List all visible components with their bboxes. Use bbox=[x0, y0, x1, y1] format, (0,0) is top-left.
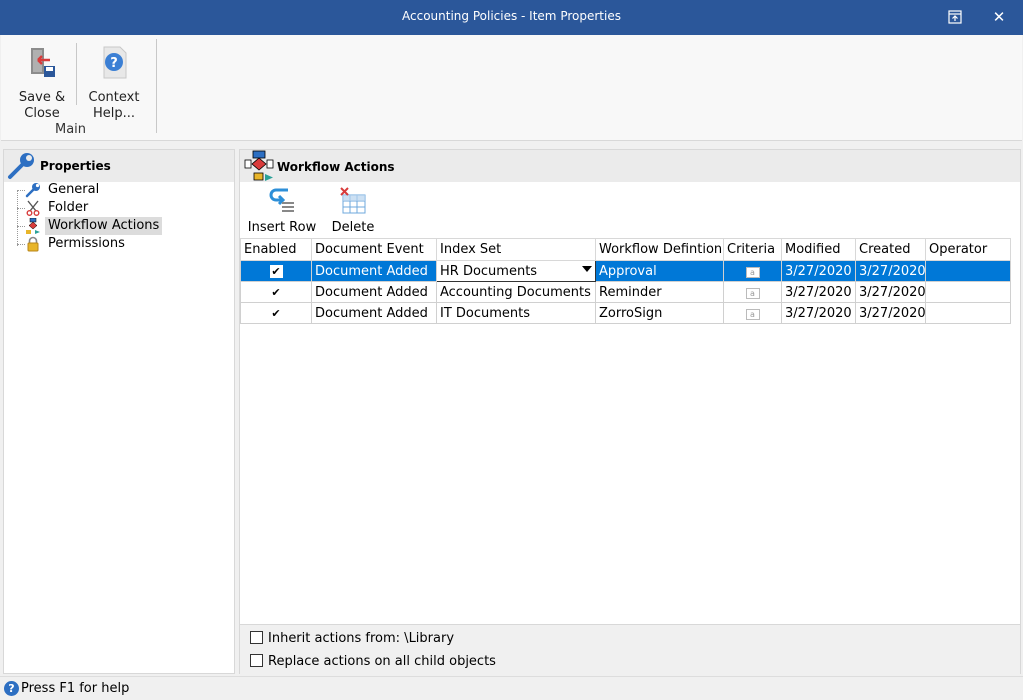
column-header-operator[interactable]: Operator bbox=[925, 238, 1011, 261]
save-close-icon bbox=[31, 48, 55, 77]
insert-row-label: Insert Row bbox=[247, 220, 317, 235]
index-set-cell[interactable]: Accounting Documents bbox=[436, 281, 596, 303]
replace-actions-checkbox[interactable]: Replace actions on all child objects bbox=[250, 654, 496, 669]
tree-connector bbox=[17, 190, 18, 246]
document-event-cell[interactable]: Document Added bbox=[311, 302, 437, 324]
properties-panel: Properties General Folder Workflow Actio… bbox=[3, 149, 235, 674]
context-help-button[interactable]: ? Context Help... bbox=[83, 42, 145, 122]
column-header-document-event[interactable]: Document Event bbox=[311, 238, 437, 261]
lock-icon bbox=[27, 236, 39, 252]
table-row[interactable]: ✔ Document Added Accounting Documents Re… bbox=[240, 281, 1011, 303]
modified-cell: 3/27/2020 bbox=[781, 260, 856, 282]
checkbox-box[interactable] bbox=[250, 654, 263, 667]
delete-row-icon bbox=[340, 187, 366, 214]
column-header-modified[interactable]: Modified bbox=[781, 238, 856, 261]
workflow-actions-title: Workflow Actions bbox=[277, 160, 395, 174]
save-close-button[interactable]: Save & Close bbox=[14, 42, 70, 122]
help-icon: ? bbox=[4, 681, 19, 696]
enabled-cell[interactable]: ✔ bbox=[240, 302, 312, 324]
enabled-cell[interactable]: ✔ bbox=[240, 281, 312, 303]
insert-row-button[interactable]: Insert Row bbox=[246, 186, 318, 235]
created-cell: 3/27/2020 bbox=[855, 281, 926, 303]
grid-header-row: Enabled Document Event Index Set Workflo… bbox=[240, 238, 1011, 261]
modified-cell: 3/27/2020 bbox=[781, 281, 856, 303]
delete-label: Delete bbox=[331, 220, 375, 235]
inherit-actions-checkbox[interactable]: Inherit actions from: \Library bbox=[250, 631, 454, 646]
replace-actions-label: Replace actions on all child objects bbox=[268, 654, 496, 669]
workflow-definition-cell[interactable]: Approval bbox=[595, 260, 724, 282]
chevron-down-icon[interactable] bbox=[582, 266, 592, 272]
title-bar: Accounting Policies - Item Properties ✕ bbox=[0, 0, 1023, 35]
workflow-icon bbox=[26, 218, 40, 234]
tree-item-label: Workflow Actions bbox=[45, 217, 163, 235]
save-close-label-1: Save & bbox=[18, 90, 66, 105]
tree-item-label: Permissions bbox=[48, 236, 125, 251]
ribbon-group-label: Main bbox=[55, 122, 87, 137]
criteria-cell[interactable]: a bbox=[723, 302, 782, 324]
delete-button[interactable]: Delete bbox=[330, 186, 376, 235]
window-title: Accounting Policies - Item Properties bbox=[402, 9, 621, 23]
status-bar: ? Press F1 for help bbox=[0, 676, 1023, 700]
scissors-icon bbox=[26, 200, 40, 216]
workflow-definition-cell[interactable]: ZorroSign bbox=[595, 302, 724, 324]
column-header-workflow-definition[interactable]: Workflow Defintion bbox=[595, 238, 724, 261]
enabled-cell[interactable]: ✔ bbox=[240, 260, 312, 282]
status-text: Press F1 for help bbox=[21, 681, 130, 696]
properties-title: Properties bbox=[40, 159, 111, 173]
svg-text:?: ? bbox=[110, 56, 118, 71]
workflow-actions-grid: Enabled Document Event Index Set Workflo… bbox=[240, 238, 1011, 324]
workflow-actions-header: Workflow Actions bbox=[240, 150, 1020, 182]
criteria-icon[interactable]: a bbox=[745, 287, 760, 299]
enabled-checkbox[interactable]: ✔ bbox=[269, 264, 283, 278]
ribbon-separator bbox=[76, 43, 77, 105]
tree-item-label: General bbox=[48, 182, 100, 197]
workflow-icon bbox=[244, 150, 274, 181]
operator-cell[interactable] bbox=[925, 260, 1011, 282]
criteria-cell[interactable]: a bbox=[723, 281, 782, 303]
table-row[interactable]: ✔ Document Added HR Documents Approval a… bbox=[240, 260, 1011, 282]
save-close-label-2: Close bbox=[24, 106, 60, 121]
column-header-index-set[interactable]: Index Set bbox=[436, 238, 596, 261]
column-header-criteria[interactable]: Criteria bbox=[723, 238, 782, 261]
context-help-label-1: Context bbox=[88, 90, 140, 105]
document-event-cell[interactable]: Document Added bbox=[311, 260, 437, 282]
index-set-cell[interactable]: IT Documents bbox=[436, 302, 596, 324]
enabled-checkbox[interactable]: ✔ bbox=[269, 306, 283, 320]
checkbox-box[interactable] bbox=[250, 631, 263, 644]
wrench-icon bbox=[25, 183, 40, 198]
column-header-created[interactable]: Created bbox=[855, 238, 926, 261]
ribbon: Save & Close ? Context Help... Main bbox=[1, 35, 1022, 141]
criteria-cell[interactable]: a bbox=[723, 260, 782, 282]
ribbon-group-separator bbox=[156, 39, 157, 133]
created-cell: 3/27/2020 bbox=[855, 260, 926, 282]
workflow-actions-panel: Workflow Actions Insert Row Delete Enabl… bbox=[239, 149, 1021, 674]
close-icon[interactable]: ✕ bbox=[987, 6, 1011, 28]
operator-cell[interactable] bbox=[925, 302, 1011, 324]
modified-cell: 3/27/2020 bbox=[781, 302, 856, 324]
tree-item-label: Folder bbox=[48, 200, 89, 215]
wrench-icon bbox=[8, 153, 34, 179]
help-icon: ? bbox=[103, 46, 127, 79]
restore-window-icon[interactable] bbox=[943, 6, 967, 28]
workflow-definition-cell[interactable]: Reminder bbox=[595, 281, 724, 303]
inherit-actions-label: Inherit actions from: \Library bbox=[268, 631, 455, 646]
index-set-dropdown[interactable]: HR Documents bbox=[436, 260, 596, 282]
table-row[interactable]: ✔ Document Added IT Documents ZorroSign … bbox=[240, 302, 1011, 324]
index-set-value: HR Documents bbox=[440, 263, 538, 279]
document-event-cell[interactable]: Document Added bbox=[311, 281, 437, 303]
operator-cell[interactable] bbox=[925, 281, 1011, 303]
context-help-label-2: Help... bbox=[92, 106, 136, 121]
enabled-checkbox[interactable]: ✔ bbox=[269, 285, 283, 299]
created-cell: 3/27/2020 bbox=[855, 302, 926, 324]
column-header-enabled[interactable]: Enabled bbox=[240, 238, 312, 261]
inheritance-options: Inherit actions from: \Library Replace a… bbox=[240, 624, 1020, 674]
criteria-icon[interactable]: a bbox=[745, 308, 760, 320]
insert-row-icon bbox=[269, 188, 294, 212]
criteria-icon[interactable]: a bbox=[745, 266, 760, 278]
properties-header: Properties bbox=[4, 150, 234, 182]
